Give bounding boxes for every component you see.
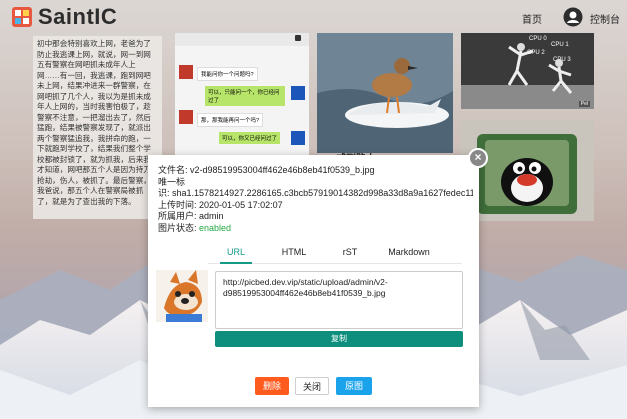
owner-label: 所属用户:	[158, 211, 197, 221]
nav-console-link[interactable]: 控制台	[590, 11, 620, 26]
owner-value: admin	[199, 211, 224, 221]
watermark: Pel	[578, 101, 590, 107]
chat-avatar-left	[179, 110, 193, 124]
filename-value: v2-d98519953004ff462e46b8eb41f0539_b.jpg	[190, 165, 375, 175]
duck-photo-card[interactable]	[317, 33, 453, 153]
id-label: 唯一标	[158, 176, 186, 187]
chat-titlebar	[175, 33, 309, 46]
image-thumbnail	[156, 270, 208, 322]
chat-bubble: 我能问你一个问题吗?	[197, 67, 258, 81]
chat-screenshot-card[interactable]: 我能问你一个问题吗? 可以，只能问一个，你已经问过了 那，那我能再问一个吗? 可…	[175, 33, 309, 156]
chat-bubble: 可以，你又已经问过了	[219, 132, 281, 144]
tab-rst[interactable]: rST	[340, 246, 360, 264]
filename-label: 文件名:	[158, 165, 188, 175]
text-image-card[interactable]: 初中那会特别喜欢上网，老爸为了防止我逃课上网，就说，网一到网五有警察在网吧抓未成…	[33, 36, 162, 219]
upload-label: 上传时间:	[158, 199, 197, 210]
user-avatar-icon[interactable]	[563, 7, 583, 27]
original-image-button[interactable]: 原图	[336, 377, 372, 395]
chat-avatar-left	[179, 65, 193, 79]
close-button[interactable]: 关闭	[295, 377, 329, 395]
top-navbar: SaintIC 首页 控制台	[0, 0, 627, 34]
chat-bubble: 那，那我能再问一个吗?	[197, 113, 264, 127]
owner-row: 所属用户: admin	[158, 211, 473, 223]
cpu-dance-card[interactable]: CPU 0 CPU 1 CPU 2 CPU 3 Pel	[461, 33, 594, 109]
upload-row: 上传时间: 2020-01-05 17:02:07	[158, 200, 473, 212]
image-info: 文件名: v2-d98519953004ff462e46b8eb41f0539_…	[158, 165, 473, 234]
nav-home-link[interactable]: 首页	[522, 11, 542, 26]
logo-text[interactable]: SaintIC	[38, 4, 117, 30]
id-value: sha1.1578214927.2286165.c3bcb57919014382…	[172, 188, 473, 198]
filename-row: 文件名: v2-d98519953004ff462e46b8eb41f0539_…	[158, 165, 473, 177]
pingu-photo-card[interactable]	[461, 120, 594, 221]
chat-avatar-right	[291, 86, 305, 100]
chat-bubble: 可以，只能问一个，你已经问过了	[205, 86, 285, 106]
chat-user-icon	[295, 35, 301, 41]
url-output-textarea[interactable]: http://picbed.dev.vip/static/upload/admi…	[215, 271, 463, 329]
link-format-tabs: URL HTML rST Markdown	[208, 246, 462, 264]
copy-button[interactable]: 复制	[215, 331, 463, 347]
chat-avatar-right	[291, 131, 305, 145]
tab-markdown[interactable]: Markdown	[384, 246, 434, 264]
tab-html[interactable]: HTML	[278, 246, 310, 264]
close-icon[interactable]: ×	[468, 148, 488, 168]
tab-url[interactable]: URL	[220, 246, 252, 264]
id-row-label: 唯一标	[158, 177, 473, 189]
id-label-cont: 识:	[158, 188, 170, 198]
image-detail-modal: 文件名: v2-d98519953004ff462e46b8eb41f0539_…	[148, 155, 479, 407]
delete-button[interactable]: 删除	[255, 377, 289, 395]
upload-value: 2020-01-05 17:02:07	[199, 199, 283, 210]
status-badge: enabled	[199, 222, 232, 233]
status-row: 图片状态: enabled	[158, 223, 473, 235]
id-row: 识: sha1.1578214927.2286165.c3bcb57919014…	[158, 188, 473, 200]
logo-icon[interactable]	[10, 5, 34, 29]
dancers-illustration	[461, 43, 594, 109]
status-label: 图片状态:	[158, 222, 197, 233]
